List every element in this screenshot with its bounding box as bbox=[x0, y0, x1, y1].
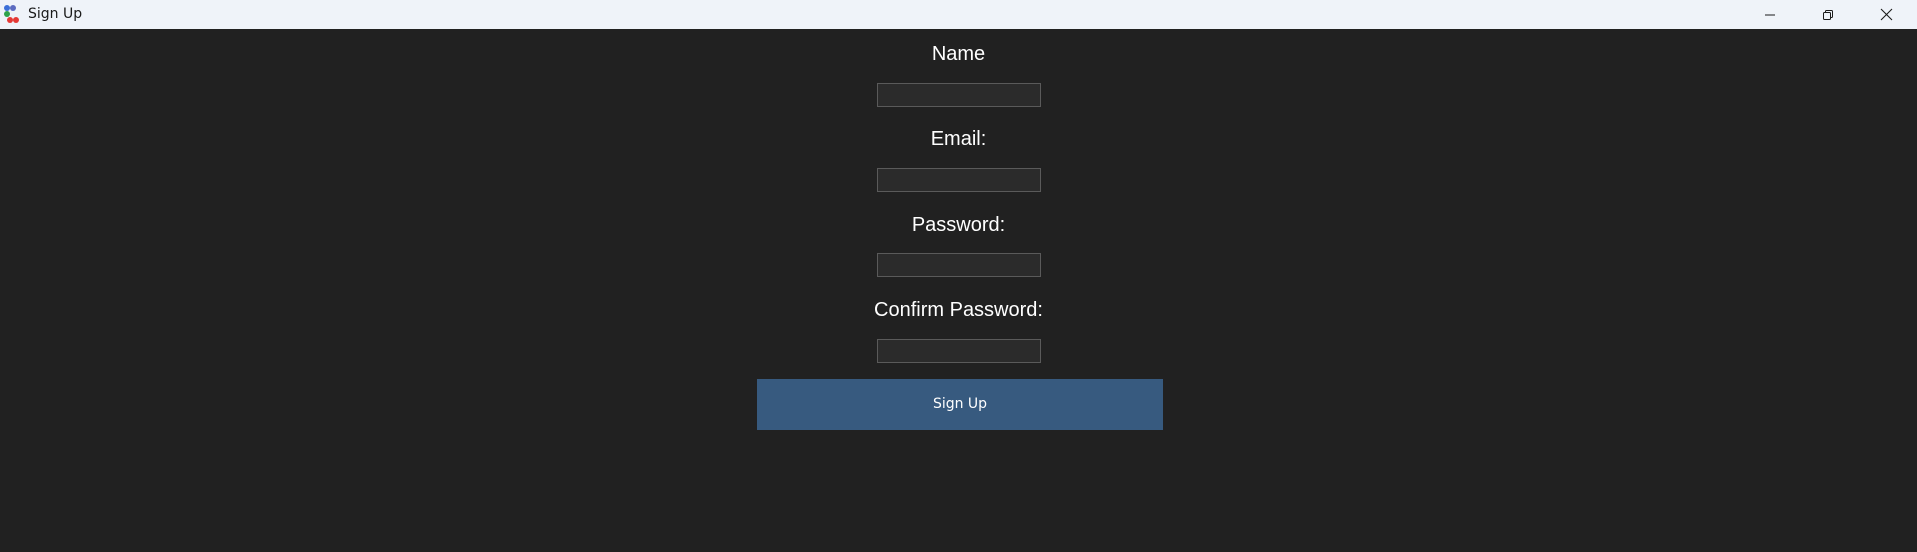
minimize-button[interactable] bbox=[1741, 0, 1799, 29]
window-title: Sign Up bbox=[28, 6, 83, 22]
title-bar[interactable]: Sign Up bbox=[0, 0, 1917, 29]
sign-up-button[interactable]: Sign Up bbox=[757, 379, 1163, 430]
name-label: Name bbox=[931, 43, 986, 65]
email-label: Email: bbox=[930, 128, 987, 150]
signup-window: Sign Up Name Email: Password: Confirm Pa… bbox=[0, 0, 1917, 552]
password-label: Password: bbox=[911, 214, 1006, 236]
close-button[interactable] bbox=[1857, 0, 1915, 29]
app-icon bbox=[4, 5, 22, 23]
confirm-password-label: Confirm Password: bbox=[874, 299, 1043, 321]
password-input[interactable] bbox=[877, 253, 1041, 277]
signup-form: Name Email: Password: Confirm Password: … bbox=[0, 29, 1917, 552]
name-input[interactable] bbox=[877, 83, 1041, 107]
restore-icon bbox=[1822, 9, 1834, 21]
maximize-button[interactable] bbox=[1799, 0, 1857, 29]
minimize-icon bbox=[1764, 9, 1776, 21]
email-input[interactable] bbox=[877, 168, 1041, 192]
confirm-password-input[interactable] bbox=[877, 339, 1041, 363]
close-icon bbox=[1880, 8, 1893, 21]
